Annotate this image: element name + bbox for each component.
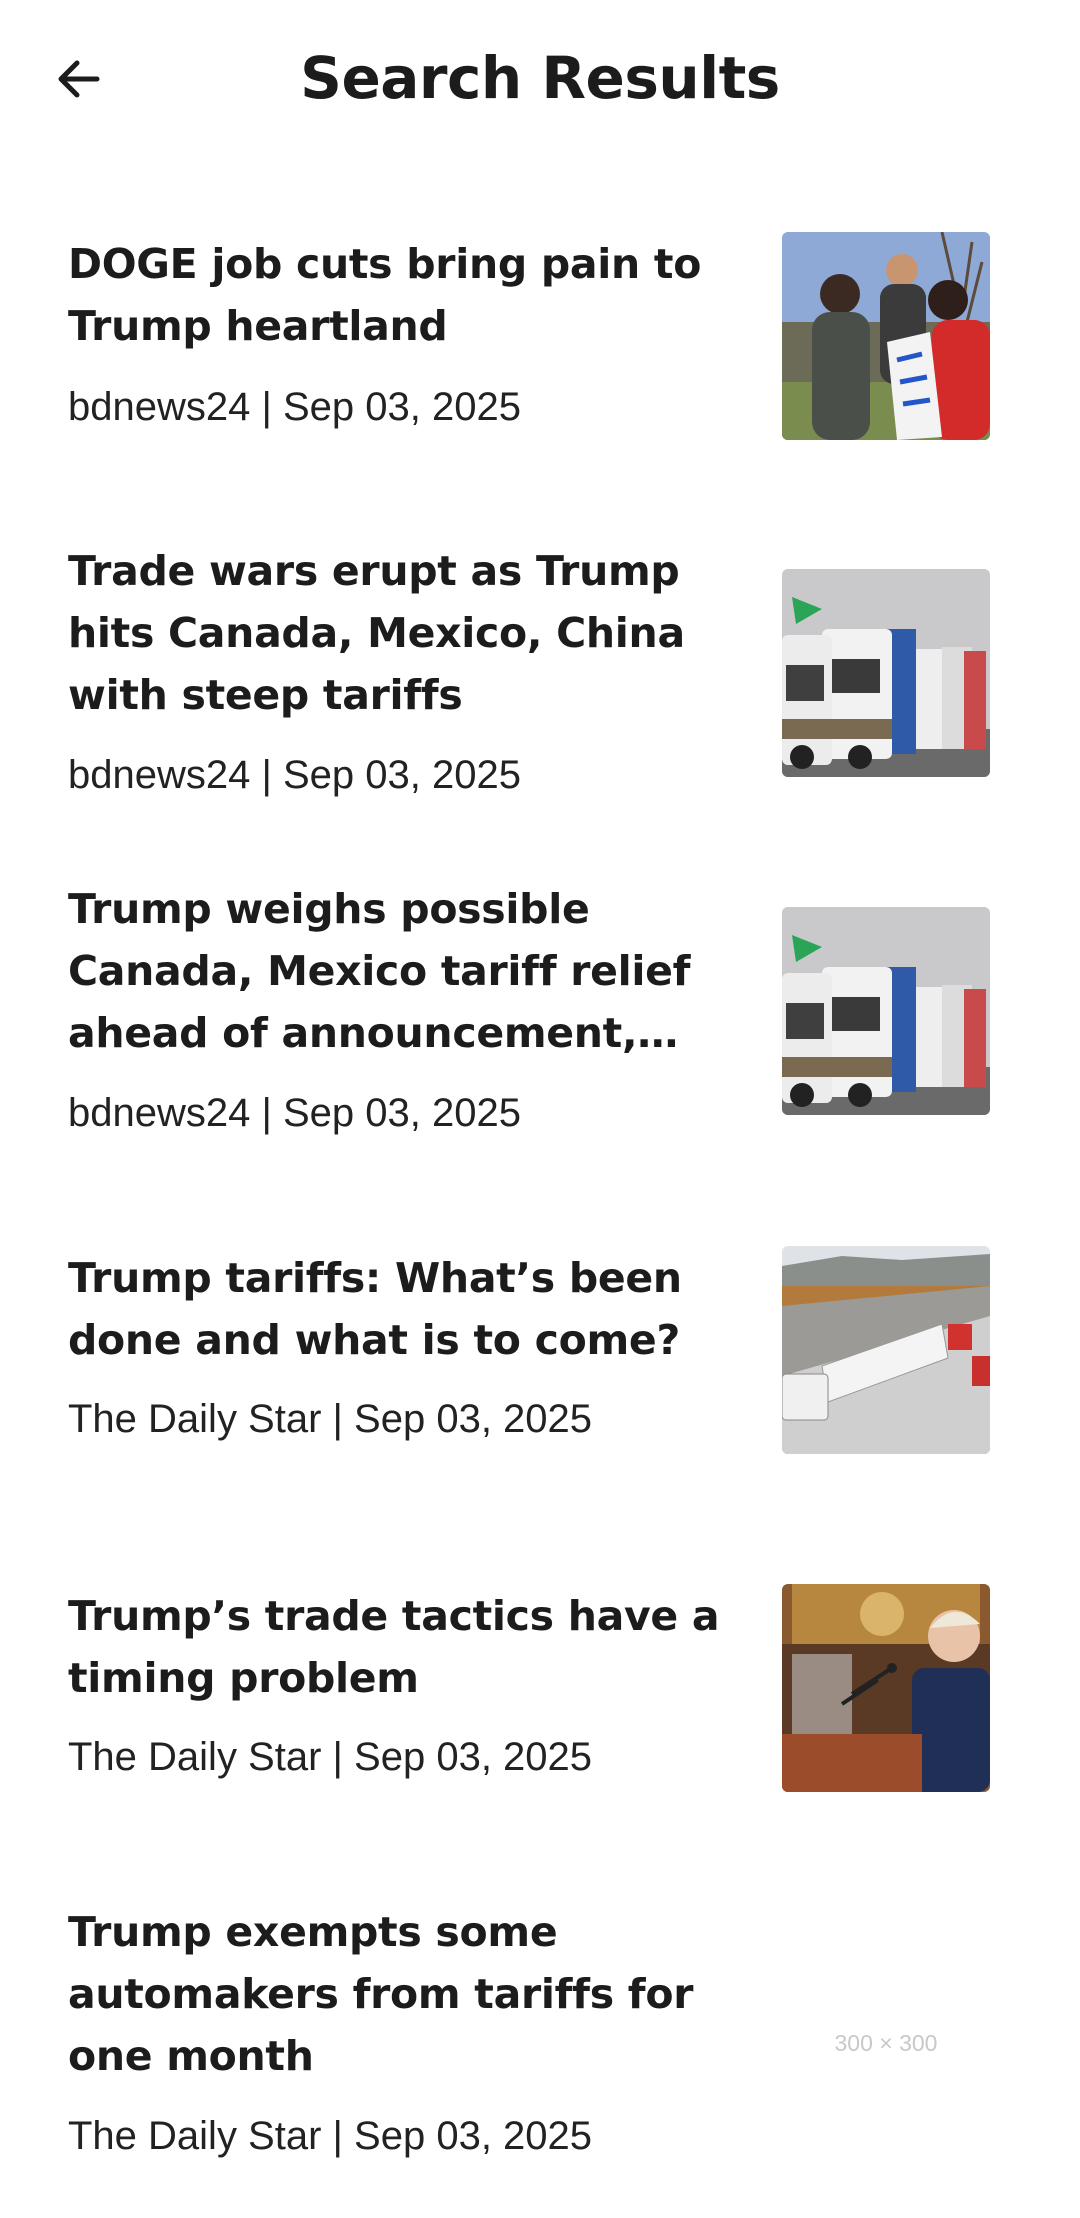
protest-photo-image — [782, 232, 990, 440]
article-title[interactable]: Trump tariffs: What’s been done and what… — [68, 1247, 738, 1371]
article-thumbnail[interactable] — [782, 1584, 990, 1792]
article-source-date: bdnews24 | Sep 03, 2025 — [68, 385, 521, 429]
article-item[interactable]: Trump weighs possible Canada, Mexico tar… — [0, 858, 1080, 1158]
article-title[interactable]: Trump’s trade tactics have a timing prob… — [68, 1585, 738, 1709]
article-source-date: bdnews24 | Sep 03, 2025 — [68, 753, 521, 797]
article-item[interactable]: Trump’s trade tactics have a timing prob… — [0, 1534, 1080, 1834]
article-item[interactable]: DOGE job cuts bring pain to Trump heartl… — [0, 0, 1080, 450]
article-thumbnail[interactable] — [782, 569, 990, 777]
border-trucks-photo-image — [782, 1246, 990, 1454]
podium-speech-photo-image — [782, 1584, 990, 1792]
article-source-date: The Daily Star | Sep 03, 2025 — [68, 1397, 593, 1441]
article-source-date: The Daily Star | Sep 03, 2025 — [68, 2114, 593, 2158]
article-title[interactable]: Trump weighs possible Canada, Mexico tar… — [68, 878, 738, 1064]
article-thumbnail[interactable] — [782, 1246, 990, 1454]
trucks-photo-image — [782, 569, 990, 777]
article-source-date: The Daily Star | Sep 03, 2025 — [68, 1735, 593, 1779]
article-title[interactable]: DOGE job cuts bring pain to Trump heartl… — [68, 233, 738, 357]
article-source-date: bdnews24 | Sep 03, 2025 — [68, 1091, 521, 1135]
placeholder-size-label: 300 × 300 — [834, 2030, 938, 2056]
article-item[interactable]: Trade wars erupt as Trump hits Canada, M… — [0, 520, 1080, 820]
article-item[interactable]: Trump exempts some automakers from tarif… — [0, 1858, 1080, 2198]
trucks-photo-image — [782, 907, 990, 1115]
article-thumbnail[interactable] — [782, 232, 990, 440]
article-thumbnail[interactable] — [782, 907, 990, 1115]
article-thumbnail-placeholder[interactable]: 300 × 300 — [782, 1938, 990, 2146]
article-item[interactable]: Trump tariffs: What’s been done and what… — [0, 1196, 1080, 1496]
article-title[interactable]: Trade wars erupt as Trump hits Canada, M… — [68, 540, 738, 726]
article-title[interactable]: Trump exempts some automakers from tarif… — [68, 1901, 738, 2087]
